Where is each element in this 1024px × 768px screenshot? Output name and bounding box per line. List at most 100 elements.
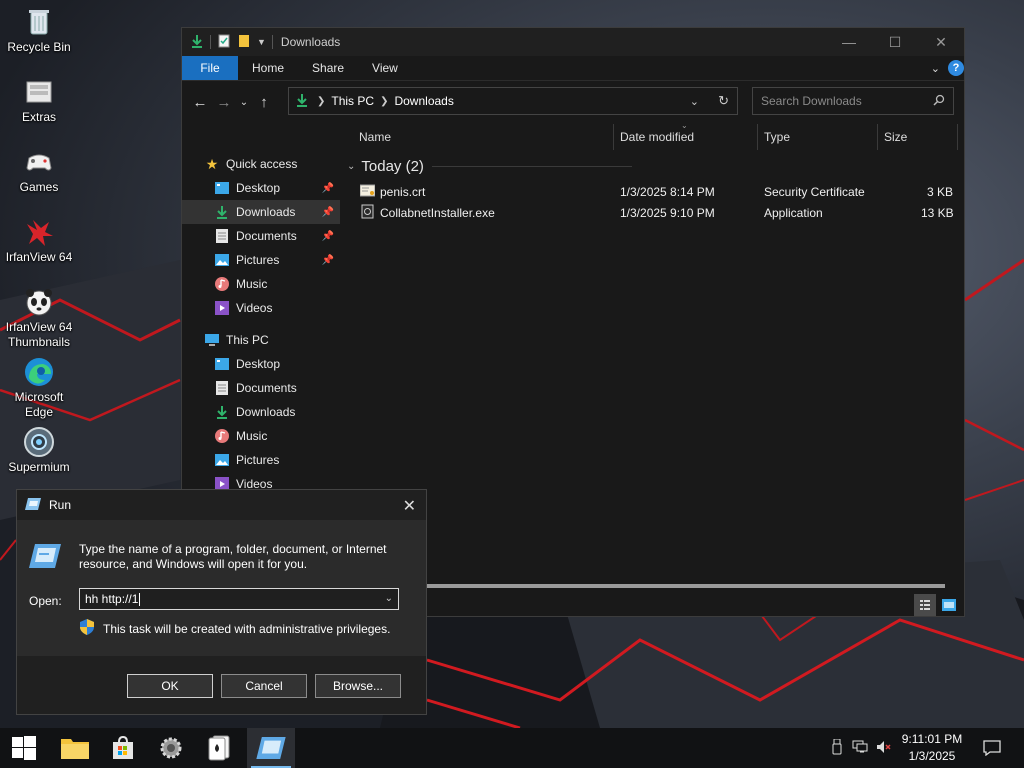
nav-quick-music[interactable]: Music	[182, 272, 340, 296]
run-titlebar[interactable]: Run ✕	[17, 490, 426, 520]
horizontal-scrollbar[interactable]	[341, 584, 945, 588]
extras-icon	[23, 76, 55, 108]
tab-home[interactable]: Home	[238, 56, 298, 80]
file-row[interactable]: penis.crt 1/3/2025 8:14 PM Security Cert…	[341, 182, 964, 203]
close-button[interactable]: ✕	[918, 28, 964, 56]
nav-pc-documents[interactable]: Documents	[182, 376, 340, 400]
column-divider[interactable]	[613, 124, 614, 150]
open-combobox[interactable]: hh http://1 ⌄	[79, 588, 399, 610]
column-divider[interactable]	[877, 124, 878, 150]
browse-button[interactable]: Browse...	[315, 674, 401, 698]
file-row[interactable]: CollabnetInstaller.exe 1/3/2025 9:10 PM …	[341, 203, 964, 224]
download-arrow-icon	[214, 404, 230, 420]
breadcrumb-downloads[interactable]: Downloads	[394, 94, 453, 108]
desktop-icon-extras[interactable]: Extras	[4, 76, 74, 125]
taskbar-settings[interactable]	[147, 728, 195, 768]
refresh-icon[interactable]: ↻	[718, 93, 729, 109]
collapse-chevron-icon[interactable]: ⌄	[347, 161, 355, 172]
tab-share[interactable]: Share	[298, 56, 358, 80]
desktop-icon-edge[interactable]: Microsoft Edge	[4, 356, 74, 420]
file-size: 13 KB	[921, 206, 954, 220]
new-folder-icon[interactable]	[237, 34, 251, 51]
recent-locations-chevron-icon[interactable]: ⌄	[236, 97, 252, 108]
open-input-value[interactable]: hh http://1	[85, 592, 138, 606]
nav-pc-desktop[interactable]: Desktop	[182, 352, 340, 376]
breadcrumb-this-pc[interactable]: This PC	[331, 94, 374, 108]
uac-shield-icon	[79, 619, 95, 638]
group-header-today[interactable]: ⌄ Today (2)	[347, 158, 632, 175]
folder-icon	[61, 739, 89, 759]
nav-quick-pictures[interactable]: Pictures 📌	[182, 248, 340, 272]
start-button[interactable]	[0, 728, 48, 768]
taskbar-file-explorer[interactable]	[51, 728, 99, 768]
pictures-icon	[214, 252, 230, 268]
taskbar-solitaire[interactable]	[195, 728, 243, 768]
nav-quick-videos[interactable]: Videos	[182, 296, 340, 320]
ok-button[interactable]: OK	[127, 674, 213, 698]
minimize-button[interactable]: —	[826, 28, 872, 56]
nav-this-pc[interactable]: This PC	[182, 328, 340, 352]
nav-pc-music[interactable]: Music	[182, 424, 340, 448]
panda-icon	[23, 286, 55, 318]
pin-icon[interactable]: 📌	[322, 183, 334, 194]
desktop-icon-recycle-bin[interactable]: Recycle Bin	[4, 6, 74, 55]
breadcrumb-chevron-icon[interactable]: ❯	[380, 96, 388, 107]
address-dropdown-chevron-icon[interactable]: ⌄	[690, 95, 699, 108]
column-type[interactable]: Type	[764, 130, 790, 144]
desktop-icon-games[interactable]: Games	[4, 146, 74, 195]
up-arrow-icon[interactable]: ↑	[252, 94, 276, 111]
desktop-icon-irfanview[interactable]: IrfanView 64	[4, 216, 74, 265]
desktop-icon-supermium[interactable]: Supermium	[4, 426, 74, 475]
address-bar[interactable]: ❯ This PC ❯ Downloads ⌄ ↻	[288, 87, 738, 115]
tab-file[interactable]: File	[182, 56, 238, 80]
details-view-icon[interactable]	[914, 594, 936, 616]
search-box[interactable]: Search Downloads	[752, 87, 954, 115]
search-placeholder: Search Downloads	[761, 94, 862, 108]
group-divider	[431, 166, 632, 167]
explorer-titlebar[interactable]: ▼ Downloads — ☐ ✕	[182, 28, 964, 56]
help-icon[interactable]: ?	[948, 60, 964, 76]
taskbar-run[interactable]	[247, 728, 295, 768]
run-footer: OK Cancel Browse...	[17, 656, 426, 714]
column-size[interactable]: Size	[884, 130, 907, 144]
chevron-down-icon[interactable]: ⌄	[385, 593, 393, 604]
window-title: Downloads	[280, 35, 341, 49]
run-description: Type the name of a program, folder, docu…	[79, 542, 387, 571]
taskbar-store[interactable]	[99, 728, 147, 768]
column-name[interactable]: Name	[359, 130, 391, 144]
column-divider[interactable]	[757, 124, 758, 150]
pin-icon[interactable]: 📌	[322, 255, 334, 266]
nav-pc-pictures[interactable]: Pictures	[182, 448, 340, 472]
taskbar: 9:11:01 PM 1/3/2025	[0, 728, 1024, 768]
admin-note: This task will be created with administr…	[79, 619, 390, 638]
column-divider[interactable]	[957, 124, 958, 150]
cancel-button[interactable]: Cancel	[221, 674, 307, 698]
pin-icon[interactable]: 📌	[322, 231, 334, 242]
tab-view[interactable]: View	[358, 56, 412, 80]
nav-quick-access[interactable]: ★ Quick access	[182, 152, 340, 176]
maximize-button[interactable]: ☐	[872, 28, 918, 56]
nav-pc-downloads[interactable]: Downloads	[182, 400, 340, 424]
properties-icon[interactable]	[217, 34, 231, 51]
nav-quick-downloads[interactable]: Downloads 📌	[182, 200, 340, 224]
column-date-modified[interactable]: Date modified	[620, 130, 694, 144]
system-clock[interactable]: 9:11:01 PM 1/3/2025	[890, 731, 974, 765]
open-label: Open:	[29, 594, 62, 608]
forward-arrow-icon[interactable]: →	[212, 94, 236, 111]
quick-access-toolbar: ▼	[182, 34, 273, 51]
nav-quick-desktop[interactable]: Desktop 📌	[182, 176, 340, 200]
expand-ribbon-chevron-icon[interactable]: ⌄	[931, 62, 940, 75]
search-icon	[933, 94, 945, 109]
network-icon[interactable]	[848, 740, 872, 757]
usb-icon[interactable]	[826, 738, 848, 758]
customize-toolbar-chevron-icon[interactable]: ▼	[257, 37, 266, 47]
breadcrumb-chevron-icon[interactable]: ❯	[317, 96, 325, 107]
desktop-icon-irfanview-thumbnails[interactable]: IrfanView 64 Thumbnails	[4, 286, 74, 350]
pin-icon[interactable]: 📌	[322, 207, 334, 218]
close-icon[interactable]: ✕	[403, 496, 416, 516]
large-icons-view-icon[interactable]	[938, 594, 960, 616]
notification-center-button[interactable]	[980, 728, 1004, 768]
back-arrow-icon[interactable]: ←	[188, 94, 212, 111]
nav-quick-documents[interactable]: Documents 📌	[182, 224, 340, 248]
